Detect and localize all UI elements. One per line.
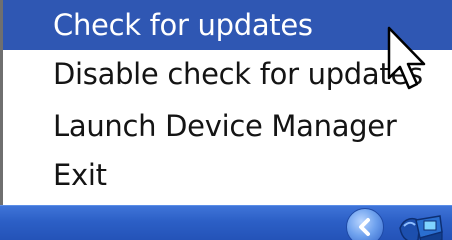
chevron-left-icon[interactable]: [346, 208, 384, 240]
taskbar-notification-area: [0, 205, 452, 240]
device-manager-tray-icon[interactable]: [396, 210, 446, 240]
mouse-pointer-icon: [386, 26, 430, 96]
tray-context-menu: Check for updates Disable check for upda…: [0, 0, 452, 205]
menu-item-check-for-updates[interactable]: Check for updates: [3, 0, 452, 50]
menu-item-exit[interactable]: Exit: [3, 151, 452, 199]
menu-item-disable-check-for-updates[interactable]: Disable check for updates: [3, 50, 452, 98]
screen: Check for updates Disable check for upda…: [0, 0, 452, 240]
menu-item-launch-device-manager[interactable]: Launch Device Manager: [3, 102, 452, 150]
